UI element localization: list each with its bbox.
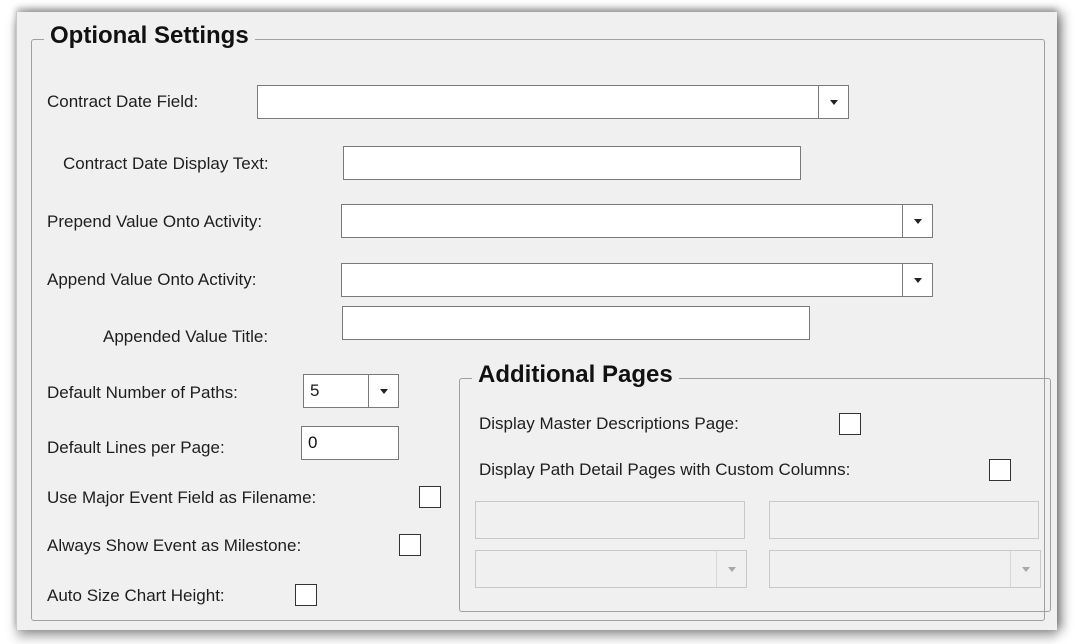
always-show-milestone-checkbox[interactable]	[399, 534, 421, 556]
custom-column-1-select[interactable]	[475, 550, 747, 588]
contract-date-dropdown-button[interactable]	[818, 86, 848, 118]
append-value-dropdown-button[interactable]	[902, 264, 932, 296]
display-master-descriptions-checkbox[interactable]	[839, 413, 861, 435]
append-value-select[interactable]	[341, 263, 933, 297]
appended-value-title-input[interactable]	[342, 306, 810, 340]
default-number-of-paths-select[interactable]: 5	[303, 374, 399, 408]
custom-column-2-select[interactable]	[769, 550, 1041, 588]
optional-settings-title: Optional Settings	[44, 22, 255, 50]
chevron-down-icon	[1022, 567, 1030, 572]
auto-size-chart-height-checkbox[interactable]	[295, 584, 317, 606]
always-show-milestone-label: Always Show Event as Milestone:	[47, 536, 302, 555]
custom-column-1-dropdown-button[interactable]	[716, 551, 746, 587]
contract-date-display-text-label: Contract Date Display Text:	[63, 154, 269, 173]
appended-value-title-label: Appended Value Title:	[103, 327, 269, 346]
settings-panel: Optional Settings Contract Date Field: C…	[16, 12, 1057, 630]
prepend-value-dropdown-button[interactable]	[902, 205, 932, 237]
display-master-descriptions-label: Display Master Descriptions Page:	[479, 414, 739, 433]
display-path-detail-custom-columns-checkbox[interactable]	[989, 459, 1011, 481]
chevron-down-icon	[830, 100, 838, 105]
default-lines-per-page-input[interactable]: 0	[301, 426, 399, 460]
prepend-value-label: Prepend Value Onto Activity:	[47, 212, 263, 231]
contract-date-field-label: Contract Date Field:	[47, 92, 199, 111]
contract-date-display-text-input[interactable]	[343, 146, 801, 180]
custom-column-1-input[interactable]	[475, 501, 745, 539]
custom-column-2-dropdown-button[interactable]	[1010, 551, 1040, 587]
auto-size-chart-height-label: Auto Size Chart Height:	[47, 586, 225, 605]
default-lines-per-page-label: Default Lines per Page:	[47, 438, 225, 457]
number-of-paths-dropdown-button[interactable]	[368, 375, 398, 407]
use-major-event-filename-label: Use Major Event Field as Filename:	[47, 488, 317, 507]
additional-pages-title: Additional Pages	[472, 361, 679, 389]
chevron-down-icon	[914, 219, 922, 224]
display-path-detail-custom-columns-label: Display Path Detail Pages with Custom Co…	[479, 460, 851, 479]
default-number-of-paths-label: Default Number of Paths:	[47, 383, 238, 402]
contract-date-field-select[interactable]	[257, 85, 849, 119]
chevron-down-icon	[728, 567, 736, 572]
chevron-down-icon	[380, 389, 388, 394]
append-value-label: Append Value Onto Activity:	[47, 270, 257, 289]
chevron-down-icon	[914, 278, 922, 283]
default-number-of-paths-value: 5	[310, 381, 320, 400]
use-major-event-filename-checkbox[interactable]	[419, 486, 441, 508]
custom-column-2-input[interactable]	[769, 501, 1039, 539]
prepend-value-select[interactable]	[341, 204, 933, 238]
